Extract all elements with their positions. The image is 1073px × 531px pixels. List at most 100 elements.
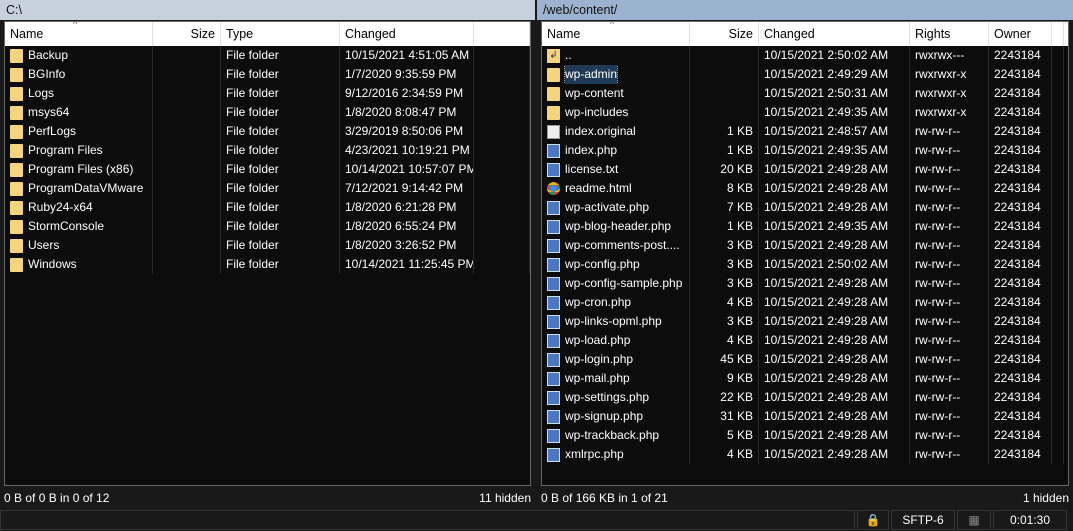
file-name: Ruby24-x64 xyxy=(5,198,153,217)
file-changed: 10/15/2021 2:49:28 AM xyxy=(759,312,910,331)
column-header-changed[interactable]: Changed xyxy=(759,22,910,46)
remote-path[interactable]: /web/content/ xyxy=(537,0,1073,20)
file-type: File folder xyxy=(221,160,340,179)
network-icon: ▦ xyxy=(957,510,991,530)
filler xyxy=(474,198,530,217)
file-name: Windows xyxy=(5,255,153,274)
file-size xyxy=(153,179,221,198)
file-name-text: xmlrpc.php xyxy=(565,447,624,461)
column-header-type[interactable]: Type xyxy=(221,22,340,46)
file-row[interactable]: wp-content 10/15/2021 2:50:31 AM rwxrwxr-x… xyxy=(542,84,1068,103)
file-name: wp-login.php xyxy=(542,350,690,369)
file-size xyxy=(690,65,759,84)
file-rights: rw-rw-r-- xyxy=(910,426,989,445)
file-name-text: BGInfo xyxy=(28,67,66,81)
file-row[interactable]: license.txt 20 KB 10/15/2021 2:49:28 AM rw-… xyxy=(542,160,1068,179)
file-row[interactable]: index.php 1 KB 10/15/2021 2:49:35 AM rw-rw-… xyxy=(542,141,1068,160)
column-header-size[interactable]: Size xyxy=(690,22,759,46)
file-name-text: wp-mail.php xyxy=(565,371,630,385)
file-row[interactable]: wp-trackback.php 5 KB 10/15/2021 2:49:28 A… xyxy=(542,426,1068,445)
file-size xyxy=(153,65,221,84)
file-row[interactable]: ↲.. 10/15/2021 2:50:02 AM rwxrwx--- 2243184 xyxy=(542,46,1068,65)
column-header-size[interactable]: Size xyxy=(153,22,221,46)
column-header-owner[interactable]: Owner xyxy=(989,22,1052,46)
file-size xyxy=(690,46,759,65)
session-status-bar: 🔒 SFTP-6 ▦ 0:01:30 xyxy=(0,510,1073,531)
file-name-text: Logs xyxy=(28,86,55,100)
file-name-text: wp-content xyxy=(565,86,624,100)
file-rights: rw-rw-r-- xyxy=(910,445,989,464)
file-name: Program Files (x86) xyxy=(5,160,153,179)
php-icon xyxy=(547,447,560,462)
file-name: wp-links-opml.php xyxy=(542,312,690,331)
file-owner: 2243184 xyxy=(989,122,1052,141)
file-size xyxy=(153,255,221,274)
column-header-name[interactable]: Name xyxy=(5,22,153,46)
file-row[interactable]: Logs File folder 9/12/2016 2:34:59 PM xyxy=(5,84,530,103)
column-header-name[interactable]: Name xyxy=(542,22,690,46)
file-size: 4 KB xyxy=(690,293,759,312)
file-row[interactable]: wp-includes 10/15/2021 2:49:35 AM rwxrwxr-… xyxy=(542,103,1068,122)
file-row[interactable]: Backup File folder 10/15/2021 4:51:05 AM xyxy=(5,46,530,65)
file-row[interactable]: readme.html 8 KB 10/15/2021 2:49:28 AM rw-r… xyxy=(542,179,1068,198)
file-row[interactable]: wp-comments-post.... 3 KB 10/15/2021 2:49:… xyxy=(542,236,1068,255)
file-row[interactable]: Program Files File folder 4/23/2021 10:19:… xyxy=(5,141,530,160)
column-header-filler xyxy=(1052,22,1064,46)
lock-icon[interactable]: 🔒 xyxy=(857,510,889,530)
local-file-list[interactable]: ^ Name Size Type Changed Backup File folder 10… xyxy=(4,21,531,486)
file-rights: rw-rw-r-- xyxy=(910,350,989,369)
filler xyxy=(474,141,530,160)
file-row[interactable]: wp-load.php 4 KB 10/15/2021 2:49:28 AM rw-r… xyxy=(542,331,1068,350)
file-row[interactable]: StormConsole File folder 1/8/2020 6:55:24 … xyxy=(5,217,530,236)
column-header-changed[interactable]: Changed xyxy=(340,22,474,46)
file-row[interactable]: wp-admin 10/15/2021 2:49:29 AM rwxrwxr-x 22… xyxy=(542,65,1068,84)
local-hidden-count[interactable]: 11 hidden xyxy=(479,491,531,505)
file-row[interactable]: Ruby24-x64 File folder 1/8/2020 6:21:28 PM xyxy=(5,198,530,217)
file-size xyxy=(153,103,221,122)
file-owner: 2243184 xyxy=(989,331,1052,350)
remote-column-headers: ^ Name Size Changed Rights Owner xyxy=(542,22,1068,46)
file-row[interactable]: wp-config.php 3 KB 10/15/2021 2:50:02 AM rw… xyxy=(542,255,1068,274)
file-type: File folder xyxy=(221,103,340,122)
file-name: wp-config-sample.php xyxy=(542,274,690,293)
file-rights: rwxrwxr-x xyxy=(910,65,989,84)
sort-ascending-icon: ^ xyxy=(610,21,615,29)
file-owner: 2243184 xyxy=(989,65,1052,84)
file-name: msys64 xyxy=(5,103,153,122)
file-row[interactable]: wp-login.php 45 KB 10/15/2021 2:49:28 AM rw… xyxy=(542,350,1068,369)
remote-file-list[interactable]: ^ Name Size Changed Rights Owner ↲.. 10/15/202… xyxy=(541,21,1069,486)
file-row[interactable]: wp-blog-header.php 1 KB 10/15/2021 2:49:35… xyxy=(542,217,1068,236)
file-row[interactable]: BGInfo File folder 1/7/2020 9:35:59 PM xyxy=(5,65,530,84)
file-row[interactable]: Users File folder 1/8/2020 3:26:52 PM xyxy=(5,236,530,255)
file-row[interactable]: wp-signup.php 31 KB 10/15/2021 2:49:28 AM r… xyxy=(542,407,1068,426)
file-name: Backup xyxy=(5,46,153,65)
file-row[interactable]: xmlrpc.php 4 KB 10/15/2021 2:49:28 AM rw-rw… xyxy=(542,445,1068,464)
file-row[interactable]: wp-settings.php 22 KB 10/15/2021 2:49:28 A… xyxy=(542,388,1068,407)
file-row[interactable]: index.original 1 KB 10/15/2021 2:48:57 AM r… xyxy=(542,122,1068,141)
file-owner: 2243184 xyxy=(989,274,1052,293)
file-row[interactable]: wp-config-sample.php 3 KB 10/15/2021 2:49:… xyxy=(542,274,1068,293)
column-header-rights[interactable]: Rights xyxy=(910,22,989,46)
session-elapsed-time: 0:01:30 xyxy=(993,510,1067,530)
file-row[interactable]: wp-links-opml.php 3 KB 10/15/2021 2:49:28 … xyxy=(542,312,1068,331)
file-changed: 1/8/2020 3:26:52 PM xyxy=(340,236,474,255)
filler xyxy=(1052,388,1064,407)
file-owner: 2243184 xyxy=(989,426,1052,445)
file-name-text: PerfLogs xyxy=(28,124,77,138)
file-row[interactable]: wp-cron.php 4 KB 10/15/2021 2:49:28 AM rw-r… xyxy=(542,293,1068,312)
sort-ascending-icon: ^ xyxy=(73,21,78,29)
file-row[interactable]: Windows File folder 10/14/2021 11:25:45 PM xyxy=(5,255,530,274)
file-row[interactable]: PerfLogs File folder 3/29/2019 8:50:06 PM xyxy=(5,122,530,141)
file-row[interactable]: ProgramDataVMware File folder 7/12/2021 9:… xyxy=(5,179,530,198)
file-row[interactable]: wp-mail.php 9 KB 10/15/2021 2:49:28 AM rw-r… xyxy=(542,369,1068,388)
file-owner: 2243184 xyxy=(989,350,1052,369)
file-row[interactable]: Program Files (x86) File folder 10/14/2021… xyxy=(5,160,530,179)
protocol-indicator[interactable]: SFTP-6 xyxy=(891,510,955,530)
local-path[interactable]: C:\ xyxy=(0,0,535,20)
filler xyxy=(1052,160,1064,179)
file-rights: rw-rw-r-- xyxy=(910,331,989,350)
file-size xyxy=(690,84,759,103)
remote-hidden-count[interactable]: 1 hidden xyxy=(1023,491,1069,505)
file-row[interactable]: msys64 File folder 1/8/2020 8:08:47 PM xyxy=(5,103,530,122)
file-row[interactable]: wp-activate.php 7 KB 10/15/2021 2:49:28 AM… xyxy=(542,198,1068,217)
